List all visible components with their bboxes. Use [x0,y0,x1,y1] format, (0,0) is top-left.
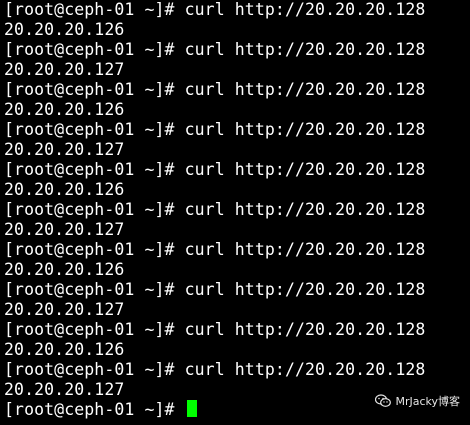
terminal-line: [root@ceph-01 ~]# curl http://20.20.20.1… [4,40,426,59]
watermark: MrJacky博客 [375,393,460,409]
terminal-line: [root@ceph-01 ~]# curl http://20.20.20.1… [4,120,426,139]
terminal-line: [root@ceph-01 ~]# curl http://20.20.20.1… [4,360,426,379]
terminal-line: 20.20.20.126 [4,260,125,279]
wechat-icon [375,394,392,408]
terminal-cursor [186,400,197,417]
terminal-line: [root@ceph-01 ~]# curl http://20.20.20.1… [4,80,426,99]
terminal-line: [root@ceph-01 ~]# curl http://20.20.20.1… [4,320,426,339]
terminal-line: 20.20.20.127 [4,60,125,79]
terminal-line: [root@ceph-01 ~]# curl http://20.20.20.1… [4,240,426,259]
terminal-line: 20.20.20.127 [4,140,125,159]
terminal-prompt: [root@ceph-01 ~]# [4,400,185,419]
terminal-line: 20.20.20.127 [4,300,125,319]
terminal-window[interactable]: [root@ceph-01 ~]# curl http://20.20.20.1… [0,0,470,425]
watermark-text: MrJacky博客 [395,395,460,408]
terminal-line: [root@ceph-01 ~]# curl http://20.20.20.1… [4,200,426,219]
terminal-line: [root@ceph-01 ~]# curl http://20.20.20.1… [4,0,426,19]
terminal-line: 20.20.20.126 [4,100,125,119]
terminal-line: [root@ceph-01 ~]# curl http://20.20.20.1… [4,160,426,179]
terminal-line: 20.20.20.127 [4,220,125,239]
terminal-line: 20.20.20.126 [4,340,125,359]
terminal-line: 20.20.20.126 [4,20,125,39]
terminal-line: [root@ceph-01 ~]# curl http://20.20.20.1… [4,280,426,299]
terminal-line: 20.20.20.126 [4,180,125,199]
